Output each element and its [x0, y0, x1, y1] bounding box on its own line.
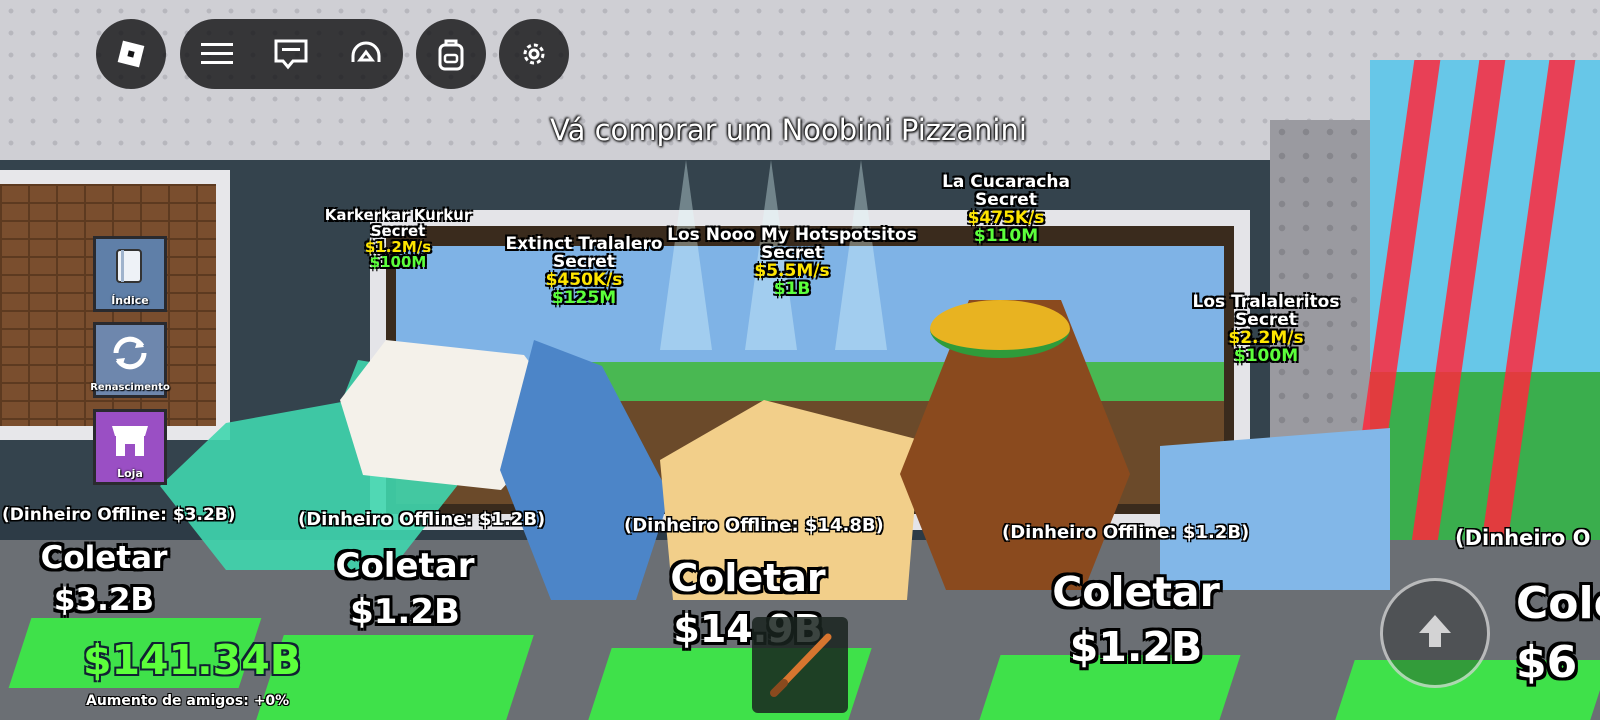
collect-amount: $1.2B: [350, 591, 460, 632]
brainrot-label: Karkerkar Kurkur Secret $1.2M/s $100M: [325, 207, 472, 272]
gear-icon: [514, 34, 554, 74]
offline-money: (Dinheiro Offline: $14.8B): [624, 515, 884, 536]
brainrot-rarity: Secret: [761, 242, 823, 263]
offline-money: (Dinheiro Offline: $1.2B): [1002, 522, 1250, 543]
collect-text: Coletar: [1052, 568, 1220, 616]
collect-amount: $3.2B: [53, 581, 155, 618]
refresh-icon: [108, 333, 152, 377]
brainrot-price: $100M: [369, 253, 427, 272]
brainrot-price: $100M: [1233, 345, 1299, 366]
collect-text: Coletar: [40, 540, 168, 576]
shop-label: Loja: [117, 467, 143, 480]
brainrot-label: La Cucaracha Secret $475K/s $110M: [942, 173, 1070, 246]
headphones-icon[interactable]: [346, 34, 386, 74]
collect-label[interactable]: Coletar $1.2B: [336, 544, 475, 636]
brainrot-price: $110M: [973, 225, 1039, 246]
brainrot-price: $125M: [551, 287, 617, 308]
collect-label[interactable]: Coletar $3.2B: [41, 538, 168, 622]
top-bar-group: [180, 19, 403, 89]
brainrot-price: $1B: [773, 278, 811, 299]
shop-icon: [108, 420, 152, 464]
shop-button[interactable]: Loja: [93, 409, 167, 485]
chat-icon[interactable]: [271, 34, 311, 74]
collect-label[interactable]: Cole $6: [1516, 574, 1600, 693]
brainrot-rate: $2.2M/s: [1228, 327, 1304, 348]
index-label: Índice: [111, 294, 149, 307]
collect-text: Cole: [1516, 578, 1600, 629]
collect-amount: $6: [1516, 637, 1578, 689]
collect-text: Coletar: [335, 546, 475, 586]
backpack-icon: [431, 34, 471, 74]
offline-money: (Dinheiro Offline: $1.2B): [298, 509, 546, 530]
jump-arrow-icon: [1413, 609, 1457, 657]
brainrot-label: Los Tralaleritos Secret $2.2M/s $100M: [1193, 293, 1340, 366]
index-button[interactable]: Índice: [93, 236, 167, 312]
collect-label[interactable]: Coletar $1.2B: [1052, 565, 1220, 676]
friends-boost: Aumento de amigos: +0%: [86, 693, 290, 709]
settings-button[interactable]: [499, 19, 569, 89]
brainrot-rarity: Secret: [1235, 309, 1297, 330]
roblox-menu-button[interactable]: [96, 19, 166, 89]
sombrero: [930, 300, 1070, 358]
hotbar-slot[interactable]: [752, 617, 848, 713]
brainrot-rarity: Secret: [553, 251, 615, 272]
brainrot-label: Los Nooo My Hotspotsitos Secret $5.5M/s …: [667, 226, 917, 299]
offline-money: (Dinheiro Offline: $3.2B): [2, 505, 236, 525]
brainrot-rate: $475K/s: [967, 207, 1045, 228]
roblox-logo-icon: [111, 34, 151, 74]
book-icon: [112, 247, 148, 291]
brainrot-label: Extinct Tralalero Secret $450K/s $125M: [505, 235, 662, 308]
offline-money: (Dinheiro O: [1455, 526, 1591, 550]
collect-text: Coletar: [670, 556, 826, 600]
rebirth-label: Renascimento: [90, 382, 170, 393]
baseball-bat-icon: [762, 627, 838, 707]
objective-text: Vá comprar um Noobini Pizzanini: [550, 113, 1027, 147]
hamburger-menu-icon[interactable]: [197, 34, 237, 74]
brainrot-rate: $450K/s: [545, 269, 623, 290]
brainrot-rate: $5.5M/s: [754, 260, 830, 281]
collect-amount: $1.2B: [1069, 623, 1203, 672]
jump-button[interactable]: [1380, 578, 1490, 688]
player-money: $141.34B: [83, 636, 301, 684]
brainrot-rarity: Secret: [975, 189, 1037, 210]
rebirth-button[interactable]: Renascimento: [90, 322, 170, 398]
backpack-button[interactable]: [416, 19, 486, 89]
